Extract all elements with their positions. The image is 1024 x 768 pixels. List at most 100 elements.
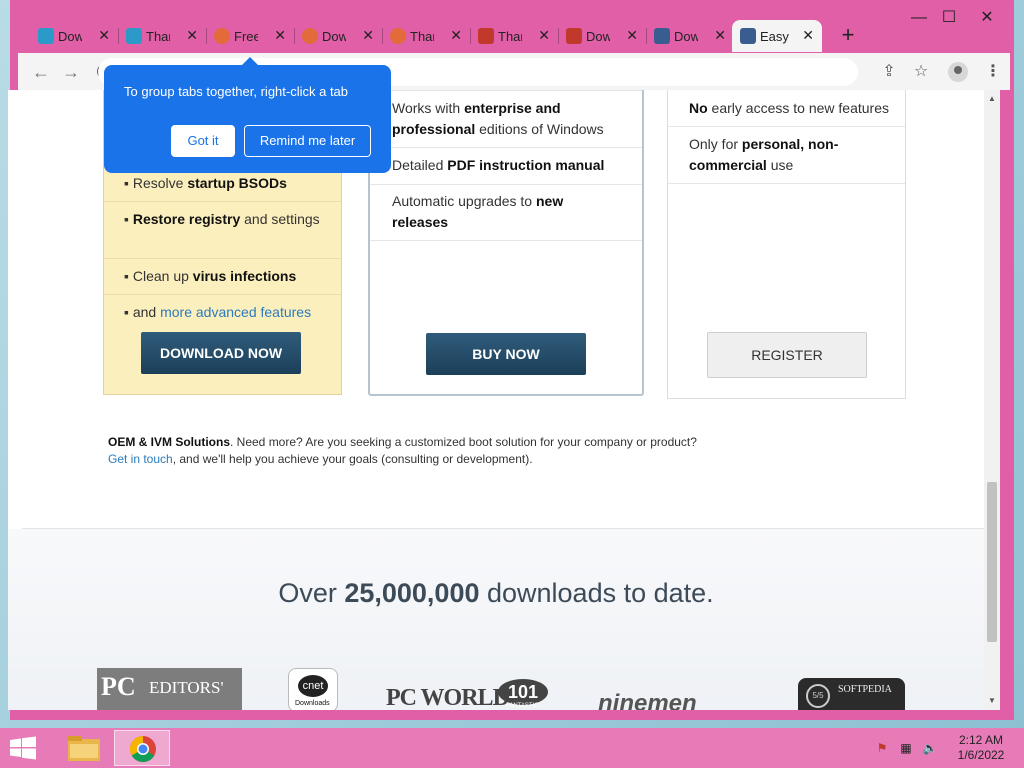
tab-6[interactable]: Thar ✕ — [470, 20, 558, 52]
bookmark-star-icon[interactable]: ☆ — [908, 59, 934, 85]
tip-text: To group tabs together, right-click a ta… — [124, 84, 349, 99]
get-in-touch-link[interactable]: Get in touch — [108, 452, 173, 466]
tab-title: Dow — [322, 28, 346, 44]
feature-item: No early access to new features — [689, 100, 889, 116]
tab-close-icon[interactable]: ✕ — [186, 27, 198, 43]
feature-item: ▪ Clean up virus infections — [124, 268, 297, 284]
page-viewport: ▪ Resolve startup BSODs ▪ Restore regist… — [8, 90, 984, 710]
got-it-button[interactable]: Got it — [171, 125, 235, 157]
ninemen-logo: ninemen — [598, 690, 697, 710]
forward-button[interactable]: → — [58, 59, 84, 85]
tab-title: Free — [234, 28, 258, 44]
pricing-column-home: No early access to new features Only for… — [667, 90, 906, 399]
scroll-thumb[interactable] — [987, 482, 997, 642]
tab-close-icon[interactable]: ✕ — [450, 27, 462, 43]
volume-muted-icon[interactable]: 🔈 — [922, 740, 938, 756]
tab-close-icon[interactable]: ✕ — [362, 27, 374, 43]
divider — [370, 184, 642, 185]
tab-close-icon[interactable]: ✕ — [274, 27, 286, 43]
site-favicon-icon — [126, 28, 142, 44]
tab-close-icon[interactable]: ✕ — [626, 27, 638, 43]
site-favicon-icon — [302, 28, 318, 44]
tab-group-tip: To group tabs together, right-click a ta… — [104, 57, 391, 173]
more-features-link[interactable]: more advanced features — [160, 304, 311, 320]
divider — [370, 147, 642, 148]
tab-5[interactable]: Thar ✕ — [382, 20, 470, 52]
divider — [104, 294, 341, 295]
clock-time: 2:12 AM — [958, 733, 1004, 747]
feature-item: Works with enterprise and professional e… — [392, 100, 604, 137]
divider — [370, 240, 642, 241]
site-favicon-icon — [478, 28, 494, 44]
minimize-button[interactable]: — — [904, 8, 934, 28]
feature-item: Only for personal, non-commercial use — [689, 136, 839, 173]
tab-strip: Dow ✕ Thar ✕ Free ✕ Dow ✕ Thar ✕ — [10, 0, 1014, 53]
site-favicon-icon — [214, 28, 230, 44]
taskbar: ⚑ ▦ 🔈 2:12 AM 1/6/2022 — [0, 728, 1024, 768]
tab-9-active[interactable]: Easy ✕ — [732, 20, 822, 52]
network-icon[interactable]: ▦ — [898, 740, 914, 756]
tab-title: Dow — [674, 28, 698, 44]
pricing-column-pro: Works with enterprise and professional e… — [368, 90, 644, 396]
divider — [668, 126, 905, 127]
tab-title: Dow — [586, 28, 610, 44]
tab-3[interactable]: Free ✕ — [206, 20, 294, 52]
page-scrollbar[interactable]: ▲ ▼ — [984, 90, 1000, 710]
file-explorer-taskbar-button[interactable] — [56, 730, 112, 766]
share-icon[interactable]: ⇪ — [876, 59, 902, 85]
divider — [104, 201, 341, 202]
windows-logo-icon — [10, 736, 36, 760]
tab-close-icon[interactable]: ✕ — [802, 27, 814, 43]
new-tab-button[interactable]: + — [836, 24, 860, 48]
folder-icon — [68, 736, 100, 761]
tab-title: Thar — [146, 28, 170, 44]
feature-item: ▪ and more advanced features — [124, 304, 312, 320]
scroll-up-arrow-icon[interactable]: ▲ — [984, 92, 1000, 106]
divider — [668, 183, 905, 184]
buy-now-button[interactable]: BUY NOW — [426, 333, 586, 375]
tab-close-icon[interactable]: ✕ — [98, 27, 110, 43]
feature-item: ▪ Resolve startup BSODs — [124, 175, 287, 191]
feature-item: Detailed PDF instruction manual — [392, 157, 605, 173]
tab-4[interactable]: Dow ✕ — [294, 20, 382, 52]
divider — [370, 90, 642, 91]
tab-2[interactable]: Thar ✕ — [118, 20, 206, 52]
system-clock[interactable]: 2:12 AM 1/6/2022 — [950, 733, 1012, 763]
remind-me-later-button[interactable]: Remind me later — [244, 125, 371, 157]
chrome-icon — [129, 735, 156, 763]
close-window-button[interactable]: ✕ — [972, 8, 1002, 28]
softpedia-logo: 5/5 SOFTPEDIA — [798, 678, 905, 710]
tab-close-icon[interactable]: ✕ — [714, 27, 726, 43]
tab-title: Thar — [498, 28, 522, 44]
clock-date: 1/6/2022 — [957, 748, 1005, 762]
tab-1[interactable]: Dow ✕ — [30, 20, 118, 52]
profile-avatar-icon[interactable] — [948, 62, 968, 82]
feature-item: Automatic upgrades to new releases — [392, 193, 564, 230]
site-favicon-icon — [566, 28, 582, 44]
tab-title: Easy — [760, 28, 789, 44]
cnet-downloads-logo: cnet Downloads — [288, 668, 338, 710]
browser-menu-icon[interactable]: ⋮ — [980, 59, 1006, 85]
site-favicon-icon — [390, 28, 406, 44]
site-favicon-icon — [38, 28, 54, 44]
chrome-taskbar-button[interactable] — [114, 730, 170, 766]
tab-title: Dow — [58, 28, 82, 44]
tab-close-icon[interactable]: ✕ — [538, 27, 550, 43]
action-center-flag-icon[interactable]: ⚑ — [874, 740, 890, 756]
back-button[interactable]: ← — [28, 59, 54, 85]
pcworld-101-logo: PC WORLD 101 FANTASTIC — [386, 679, 552, 710]
tab-title: Thar — [410, 28, 434, 44]
register-button[interactable]: REGISTER — [707, 332, 867, 378]
site-favicon-icon — [740, 28, 756, 44]
tab-7[interactable]: Dow ✕ — [558, 20, 646, 52]
downloads-counter: Over 25,000,000 downloads to date. — [278, 578, 714, 608]
oem-note: OEM & IVM Solutions. Need more? Are you … — [108, 435, 697, 466]
site-favicon-icon — [654, 28, 670, 44]
tab-8[interactable]: Dow ✕ — [646, 20, 734, 52]
feature-item: ▪ Restore registry and settings — [124, 211, 320, 227]
download-now-button[interactable]: DOWNLOAD NOW — [141, 332, 301, 374]
pc-editors-choice-logo: PC EDITORS' — [97, 668, 242, 710]
start-button[interactable] — [8, 736, 38, 760]
scroll-down-arrow-icon[interactable]: ▼ — [984, 694, 1000, 708]
maximize-button[interactable]: ☐ — [934, 8, 964, 28]
